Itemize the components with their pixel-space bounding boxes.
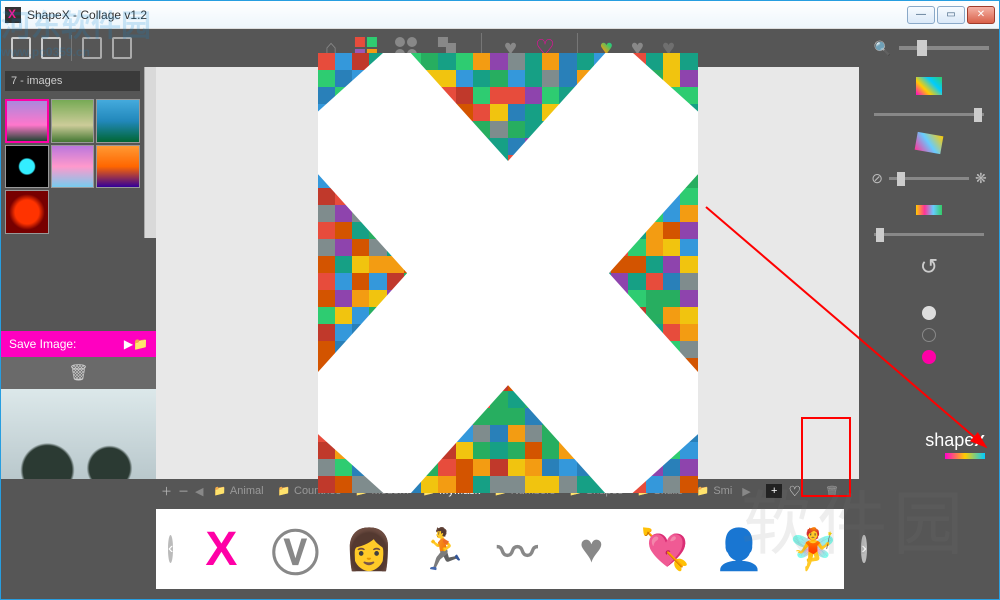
category-smi[interactable]: 📁Smi (693, 483, 736, 499)
shape-5[interactable]: ♥ (561, 519, 621, 579)
close-button[interactable]: ✕ (967, 6, 995, 24)
overlap-icon (915, 132, 944, 154)
shape-7[interactable]: 👤 (709, 519, 769, 579)
window-title: ShapeX - Collage v1.2 (27, 8, 147, 22)
cat-add-icon[interactable]: ＋ (161, 483, 172, 499)
thumb-4[interactable] (5, 145, 49, 189)
titlebar: ShapeX - Collage v1.2 — ▭ ✕ (1, 1, 999, 29)
image-sidebar: 7 - images Save Ima (1, 67, 156, 479)
opacity-max-icon: ❋ (975, 170, 987, 187)
thumb-2[interactable] (51, 99, 95, 143)
reset-button[interactable]: ↺ (920, 254, 938, 280)
thumb-5[interactable] (51, 145, 95, 189)
copy-icon[interactable] (82, 37, 102, 59)
opacity-min-icon: ⊘ (871, 170, 883, 187)
save-arrow-icon: ▶📁 (124, 337, 148, 351)
thumb-7[interactable] (5, 190, 49, 234)
shape-strip: ‹ XⓋ👩🏃〰♥💘👤🧚 › (156, 509, 844, 589)
save-icon[interactable] (112, 37, 132, 59)
cat-remove-icon[interactable]: － (178, 483, 189, 499)
size-icon (916, 205, 942, 215)
save-image-button[interactable]: Save Image: ▶📁 (1, 331, 156, 357)
cat-prev-icon[interactable]: ◀ (195, 485, 203, 498)
background-color-picker (922, 306, 936, 364)
bg-dark-button[interactable] (922, 328, 936, 342)
category-animal[interactable]: 📁Animal (209, 483, 267, 499)
thumb-1[interactable] (5, 99, 49, 143)
annotation-box (801, 417, 851, 497)
thumbnail-grid (1, 95, 144, 238)
bg-custom-button[interactable] (922, 350, 936, 364)
right-panel: ⊘ ❋ ↺ shapeX (859, 67, 999, 479)
save-label: Save Image: (9, 337, 76, 351)
shape-8[interactable]: 🧚 (783, 519, 843, 579)
shape-2[interactable]: 👩 (339, 519, 399, 579)
zoom-icon: 🔍 (874, 40, 891, 57)
minimize-button[interactable]: — (907, 6, 935, 24)
image-count-label: 7 - images (5, 71, 140, 91)
shape-4[interactable]: 〰 (487, 519, 547, 579)
shape-6[interactable]: 💘 (635, 519, 695, 579)
shapes-prev-button[interactable]: ‹ (168, 535, 173, 563)
sidebar-scrollbar[interactable] (144, 67, 156, 238)
size-slider[interactable] (874, 233, 984, 236)
shape-1[interactable]: Ⓥ (265, 519, 325, 579)
canvas[interactable] (156, 67, 859, 479)
add-category-button[interactable]: + (766, 484, 782, 498)
scatter-icon (916, 77, 942, 95)
shape-0[interactable]: X (191, 519, 251, 579)
output-preview (1, 389, 156, 479)
delete-icon[interactable]: 🗑 (68, 363, 88, 383)
collage-output (318, 53, 698, 493)
thumb-3[interactable] (96, 99, 140, 143)
cat-next-icon[interactable]: ▶ (742, 485, 750, 498)
opacity-slider[interactable] (889, 177, 969, 180)
shape-3[interactable]: 🏃 (413, 519, 473, 579)
zoom-slider[interactable] (899, 46, 989, 50)
thumb-6[interactable] (96, 145, 140, 189)
app-icon (5, 7, 21, 23)
shapes-next-button[interactable]: › (861, 535, 866, 563)
bg-white-button[interactable] (922, 306, 936, 320)
scatter-slider[interactable] (874, 113, 984, 116)
favorite-category-icon[interactable]: ♡ (788, 483, 801, 500)
maximize-button[interactable]: ▭ (937, 6, 965, 24)
brand-logo: shapeX (865, 430, 993, 459)
open-image-icon[interactable] (41, 37, 61, 59)
open-folder-icon[interactable] (11, 37, 31, 59)
